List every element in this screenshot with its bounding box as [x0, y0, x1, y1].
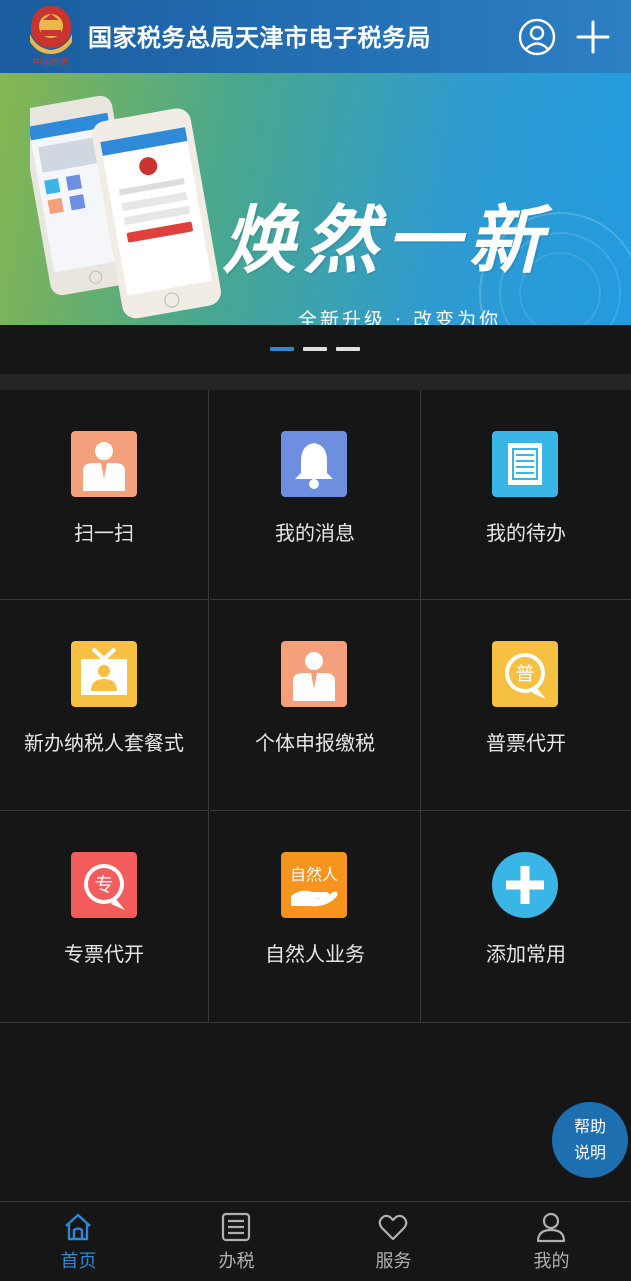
tab-label: 首页: [60, 1251, 97, 1272]
app-header: 中国税务 国家税务总局天津市电子税务局: [0, 0, 631, 73]
gift-person-icon: [71, 641, 137, 707]
svg-text:普: 普: [515, 663, 534, 685]
grid-item-label: 扫一扫: [74, 521, 134, 545]
tax-emblem-logo: 中国税务: [30, 6, 72, 68]
phone-mockup-image: [30, 95, 221, 319]
tab-home[interactable]: 首页: [0, 1202, 157, 1281]
carousel-dot-2[interactable]: [303, 347, 327, 351]
plus-icon[interactable]: [574, 18, 612, 56]
grid-item-todo[interactable]: 我的待办: [421, 390, 631, 600]
heart-icon: [378, 1214, 408, 1241]
grid-item-add-favorite[interactable]: 添加常用: [421, 811, 631, 1023]
user-circle-icon[interactable]: [518, 18, 556, 56]
pu-invoice-icon: 普: [492, 641, 558, 707]
grid-item-label: 我的待办: [486, 521, 566, 545]
home-icon: [65, 1213, 91, 1241]
help-button[interactable]: 帮助 说明: [552, 1102, 628, 1178]
grid-item-label: 新办纳税人套餐式: [24, 731, 184, 755]
tab-mine[interactable]: 我的: [473, 1202, 630, 1281]
user-icon: [536, 1212, 566, 1243]
promo-banner[interactable]: 焕然一新 全新升级 · 改变为你: [0, 73, 631, 325]
add-circle-icon: [492, 852, 558, 918]
grid-item-label: 我的消息: [275, 521, 355, 545]
grid-item-label: 个体申报缴税: [255, 731, 375, 755]
svg-text:自然人: 自然人: [290, 865, 338, 884]
grid-item-scan[interactable]: 扫一扫: [0, 390, 209, 600]
bottom-tab-bar: 首页 办税 服务 我的: [0, 1201, 631, 1281]
svg-text:专: 专: [94, 874, 113, 896]
grid-item-new-taxpayer[interactable]: 新办纳税人套餐式: [0, 600, 209, 811]
document-icon: [221, 1212, 251, 1242]
grid-item-label: 添加常用: [486, 942, 566, 966]
carousel-dot-3[interactable]: [336, 347, 360, 351]
tab-tax[interactable]: 办税: [158, 1202, 315, 1281]
app-title: 国家税务总局天津市电子税务局: [88, 24, 431, 52]
help-line-1: 帮助: [573, 1117, 606, 1136]
grid-item-label: 自然人业务: [265, 942, 365, 966]
tab-label: 我的: [533, 1251, 570, 1272]
grid-item-individual-tax[interactable]: 个体申报缴税: [210, 600, 421, 811]
person-icon: [281, 641, 347, 707]
grid-item-messages[interactable]: 我的消息: [210, 390, 421, 600]
bell-icon: [281, 431, 347, 497]
carousel-indicator: [0, 325, 631, 374]
banner-subtitle: 全新升级 · 改变为你: [298, 309, 502, 325]
grid-item-label: 普票代开: [486, 731, 566, 755]
tab-service[interactable]: 服务: [315, 1202, 472, 1281]
grid-item-special-invoice[interactable]: 专 专票代开: [0, 811, 209, 1023]
tab-label: 办税: [218, 1251, 255, 1272]
banner-slogan: 焕然一新: [222, 198, 550, 284]
svg-text:中国税务: 中国税务: [33, 56, 69, 68]
list-icon: [492, 431, 558, 497]
tab-label: 服务: [375, 1251, 412, 1272]
help-line-2: 说明: [573, 1143, 606, 1162]
person-icon: [71, 431, 137, 497]
grid-item-general-invoice[interactable]: 普 普票代开: [421, 600, 631, 811]
zhuan-invoice-icon: 专: [71, 852, 137, 918]
section-divider: [0, 374, 631, 390]
carousel-dot-1[interactable]: [270, 347, 294, 351]
natural-person-icon: 自然人: [281, 852, 347, 918]
grid-item-label: 专票代开: [64, 942, 144, 966]
grid-item-natural-person[interactable]: 自然人 自然人业务: [210, 811, 421, 1023]
